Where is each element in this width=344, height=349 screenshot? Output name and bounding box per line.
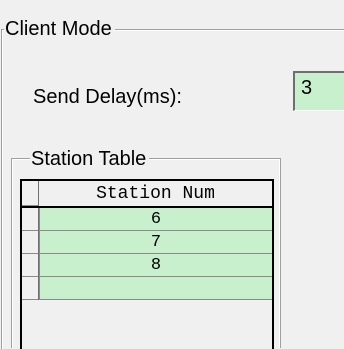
client-mode-title: Client Mode [4, 16, 115, 42]
send-delay-label: Send Delay(ms): [33, 86, 182, 108]
row-header-cell[interactable] [22, 231, 39, 254]
row-header-cell[interactable] [22, 208, 39, 231]
column-header-station-num[interactable]: Station Num [39, 181, 272, 206]
row-header-cell[interactable] [22, 277, 39, 300]
table-header-row: Station Num [22, 181, 272, 208]
station-num-cell[interactable]: 8 [39, 254, 272, 277]
table-row[interactable]: 6 [22, 208, 272, 231]
table-row[interactable]: 8 [22, 254, 272, 277]
table-row[interactable]: 7 [22, 231, 272, 254]
table-row[interactable] [22, 277, 272, 300]
station-num-cell[interactable] [39, 277, 272, 300]
send-delay-input[interactable]: 3 [293, 71, 344, 111]
station-num-cell[interactable]: 6 [39, 208, 272, 231]
row-header-cell[interactable] [22, 254, 39, 277]
station-num-cell[interactable]: 7 [39, 231, 272, 254]
station-table-title: Station Table [30, 146, 150, 172]
station-table-grid[interactable]: Station Num 6 7 8 [20, 179, 274, 349]
corner-header-cell [22, 181, 39, 206]
